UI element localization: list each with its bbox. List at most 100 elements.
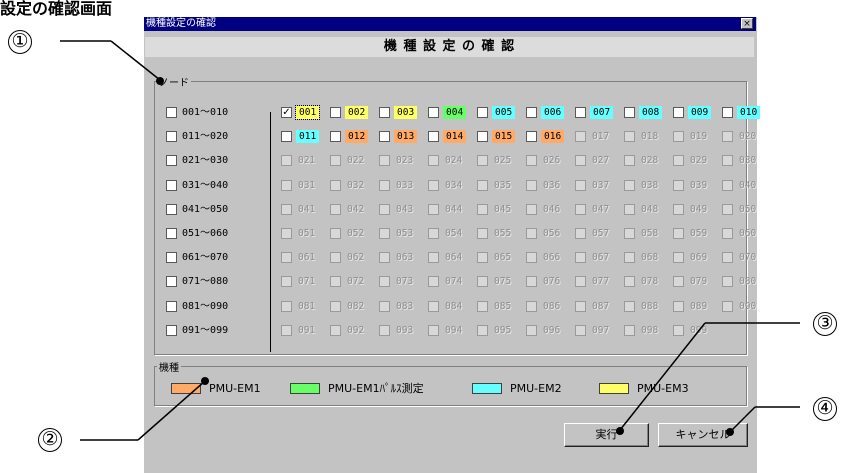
node-checkbox[interactable] <box>379 131 390 143</box>
execute-button[interactable]: 実行 <box>564 423 649 447</box>
node-checkbox <box>673 203 684 215</box>
row-checkbox[interactable] <box>166 300 177 312</box>
node-checkbox <box>379 155 390 167</box>
node-item[interactable]: 012 <box>330 129 369 144</box>
dialog-window: 機種設定の確認 × 機 種 設 定 の 確 認 ノード 001～010 011～0… <box>143 16 761 473</box>
node-item[interactable]: 016 <box>526 129 565 144</box>
node-label: 004 <box>443 106 467 119</box>
node-checkbox[interactable] <box>428 107 439 118</box>
row-range-item[interactable]: 091～099 <box>166 323 228 338</box>
node-item: 050 <box>722 202 758 217</box>
node-item: 067 <box>575 250 611 265</box>
node-label: 037 <box>592 179 610 191</box>
node-label: 056 <box>543 228 561 239</box>
callout-3: ③ <box>813 312 837 336</box>
row-range-item[interactable]: 011～020 <box>166 129 228 144</box>
node-label: 023 <box>396 155 414 167</box>
node-item[interactable]: 011 <box>281 129 320 144</box>
node-item: 043 <box>379 202 415 217</box>
row-range-item[interactable]: 081～090 <box>166 299 228 314</box>
row-checkbox[interactable] <box>166 107 177 118</box>
row-range-item[interactable]: 051～060 <box>166 226 228 241</box>
row-range-label: 091～099 <box>182 324 229 336</box>
node-checkbox[interactable] <box>526 107 537 118</box>
node-item: 065 <box>477 250 513 265</box>
node-label: 079 <box>690 276 708 288</box>
row-checkbox[interactable] <box>166 131 177 143</box>
row-checkbox[interactable] <box>166 228 177 239</box>
node-label: 007 <box>590 106 614 119</box>
node-label: 017 <box>592 131 610 143</box>
node-item: 083 <box>379 299 415 314</box>
node-checkbox[interactable] <box>722 107 733 118</box>
node-checkbox[interactable] <box>477 131 488 143</box>
node-label: 050 <box>739 203 757 215</box>
node-checkbox <box>330 324 341 336</box>
node-item[interactable]: 002 <box>330 105 369 120</box>
node-checkbox <box>428 276 439 288</box>
node-label: 089 <box>690 300 708 312</box>
node-label: 028 <box>641 155 659 167</box>
row-checkbox[interactable] <box>166 203 177 215</box>
node-label: 092 <box>347 324 365 336</box>
row-range-item[interactable]: 041～050 <box>166 202 228 217</box>
node-item: 073 <box>379 274 415 289</box>
row-range-item[interactable]: 071～080 <box>166 274 228 289</box>
node-checkbox[interactable] <box>575 107 586 118</box>
node-checkbox <box>722 300 733 312</box>
row-range-item[interactable]: 031～040 <box>166 178 228 193</box>
node-item: 086 <box>526 299 562 314</box>
node-checkbox[interactable]: ✓ <box>281 107 292 118</box>
node-label: 067 <box>592 252 610 264</box>
row-range-item[interactable]: 021～030 <box>166 153 228 168</box>
node-item[interactable]: 014 <box>428 129 467 144</box>
node-label: 058 <box>641 228 659 239</box>
node-checkbox[interactable] <box>379 107 390 118</box>
node-checkbox[interactable] <box>526 131 537 143</box>
node-item: 079 <box>673 274 709 289</box>
row-range-item[interactable]: 001～010 <box>166 105 228 120</box>
node-item[interactable]: 007 <box>575 105 614 120</box>
cancel-button[interactable]: キャンセル <box>658 423 748 447</box>
node-label: 042 <box>347 203 365 215</box>
node-item: 072 <box>330 274 366 289</box>
close-button[interactable]: × <box>741 18 753 29</box>
node-item[interactable]: 013 <box>379 129 418 144</box>
node-item[interactable]: 005 <box>477 105 516 120</box>
node-checkbox[interactable] <box>281 131 292 143</box>
row-checkbox[interactable] <box>166 179 177 191</box>
node-label: 038 <box>641 179 659 191</box>
row-range-item[interactable]: 061～070 <box>166 250 228 265</box>
node-item[interactable]: 003 <box>379 105 418 120</box>
row-checkbox[interactable] <box>166 252 177 264</box>
node-checkbox[interactable] <box>428 131 439 143</box>
row-checkbox[interactable] <box>166 155 177 167</box>
dialog-header: 機 種 設 定 の 確 認 <box>145 37 754 57</box>
node-checkbox[interactable] <box>477 107 488 118</box>
node-item: 019 <box>673 129 709 144</box>
node-item: 061 <box>281 250 317 265</box>
node-checkbox[interactable] <box>330 107 341 118</box>
node-label: 062 <box>347 252 365 264</box>
node-checkbox <box>281 179 292 191</box>
node-item[interactable]: 010 <box>722 105 761 120</box>
row-checkbox[interactable] <box>166 276 177 288</box>
node-item[interactable]: 004 <box>428 105 467 120</box>
node-checkbox <box>379 300 390 312</box>
node-item: 037 <box>575 178 611 193</box>
node-checkbox[interactable] <box>624 107 635 118</box>
node-checkbox[interactable] <box>330 131 341 143</box>
node-item[interactable]: 006 <box>526 105 565 120</box>
row-checkbox[interactable] <box>166 324 177 336</box>
node-item[interactable]: 008 <box>624 105 663 120</box>
node-label: 048 <box>641 203 659 215</box>
node-checkbox <box>575 300 586 312</box>
node-item[interactable]: ✓ 001 <box>281 105 321 120</box>
node-label: 065 <box>494 252 512 264</box>
node-checkbox[interactable] <box>673 107 684 118</box>
node-item[interactable]: 009 <box>673 105 712 120</box>
node-checkbox <box>428 155 439 167</box>
node-item[interactable]: 015 <box>477 129 516 144</box>
node-checkbox <box>330 228 341 239</box>
node-item: 092 <box>330 323 366 338</box>
